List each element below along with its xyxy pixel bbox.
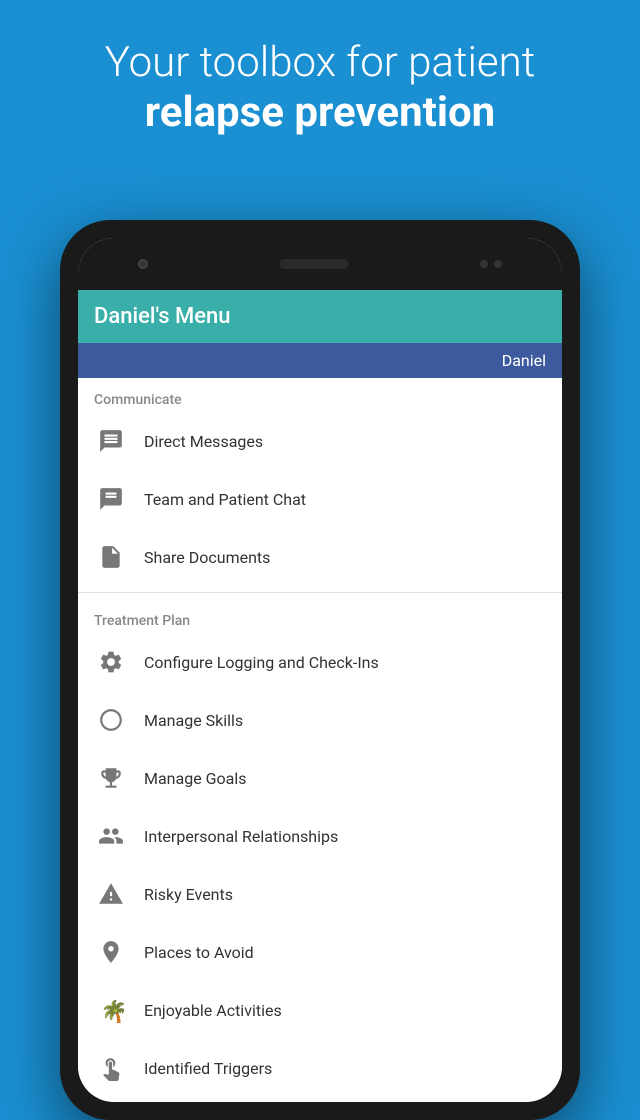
manage-skills-label: Manage Skills [144, 711, 243, 730]
menu-item-configure-logging[interactable]: Configure Logging and Check-Ins [78, 633, 562, 691]
identified-triggers-label: Identified Triggers [144, 1059, 272, 1078]
app-screen: Daniel's Menu Daniel Communicate Direct … [78, 290, 562, 1102]
enjoyable-activities-label: Enjoyable Activities [144, 1001, 282, 1020]
phone-mockup: Daniel's Menu Daniel Communicate Direct … [60, 220, 580, 1120]
phone-screen: Daniel's Menu Daniel Communicate Direct … [78, 238, 562, 1102]
section-divider [78, 592, 562, 593]
risky-events-label: Risky Events [144, 885, 233, 904]
direct-messages-label: Direct Messages [144, 432, 263, 451]
user-name-label: Daniel [502, 351, 546, 370]
phone-sensor [480, 260, 488, 268]
chat-bubble-single-icon [94, 482, 128, 516]
chat-bubbles-icon [94, 424, 128, 458]
menu-item-interpersonal[interactable]: Interpersonal Relationships [78, 807, 562, 865]
section-treatment-plan: Treatment Plan [78, 599, 562, 633]
triangle-warning-icon [94, 877, 128, 911]
menu-item-team-chat[interactable]: Team and Patient Chat [78, 470, 562, 528]
menu-content: Communicate Direct Messages [78, 378, 562, 1090]
trophy-icon [94, 761, 128, 795]
svg-text:🌴: 🌴 [100, 999, 124, 1023]
page-header: Your toolbox for patient relapse prevent… [0, 0, 640, 159]
menu-item-enjoyable-activities[interactable]: 🌴 Enjoyable Activities [78, 981, 562, 1039]
interpersonal-label: Interpersonal Relationships [144, 827, 338, 846]
circle-check-icon [94, 703, 128, 737]
share-documents-label: Share Documents [144, 548, 270, 567]
manage-goals-label: Manage Goals [144, 769, 247, 788]
menu-item-direct-messages[interactable]: Direct Messages [78, 412, 562, 470]
menu-item-risky-events[interactable]: Risky Events [78, 865, 562, 923]
location-pin-icon [94, 935, 128, 969]
header-line2: relapse prevention [145, 88, 495, 137]
phone-sensors [480, 260, 502, 268]
app-title: Daniel's Menu [94, 304, 546, 329]
people-icon [94, 819, 128, 853]
menu-item-manage-goals[interactable]: Manage Goals [78, 749, 562, 807]
document-icon [94, 540, 128, 574]
menu-item-share-documents[interactable]: Share Documents [78, 528, 562, 586]
menu-item-places-avoid[interactable]: Places to Avoid [78, 923, 562, 981]
menu-item-manage-skills[interactable]: Manage Skills [78, 691, 562, 749]
menu-item-identified-triggers[interactable]: Identified Triggers [78, 1039, 562, 1090]
finger-point-icon [94, 1051, 128, 1085]
phone-camera [138, 259, 148, 269]
team-chat-label: Team and Patient Chat [144, 490, 306, 509]
app-subheader: Daniel [78, 343, 562, 378]
app-header: Daniel's Menu [78, 290, 562, 343]
palm-tree-icon: 🌴 [94, 993, 128, 1027]
phone-top-bar [78, 238, 562, 290]
places-avoid-label: Places to Avoid [144, 943, 254, 962]
gear-icon [94, 645, 128, 679]
header-line1: Your toolbox for patient [105, 38, 535, 87]
configure-logging-label: Configure Logging and Check-Ins [144, 653, 379, 672]
phone-sensor-2 [494, 260, 502, 268]
section-communicate: Communicate [78, 378, 562, 412]
phone-speaker [279, 259, 349, 269]
